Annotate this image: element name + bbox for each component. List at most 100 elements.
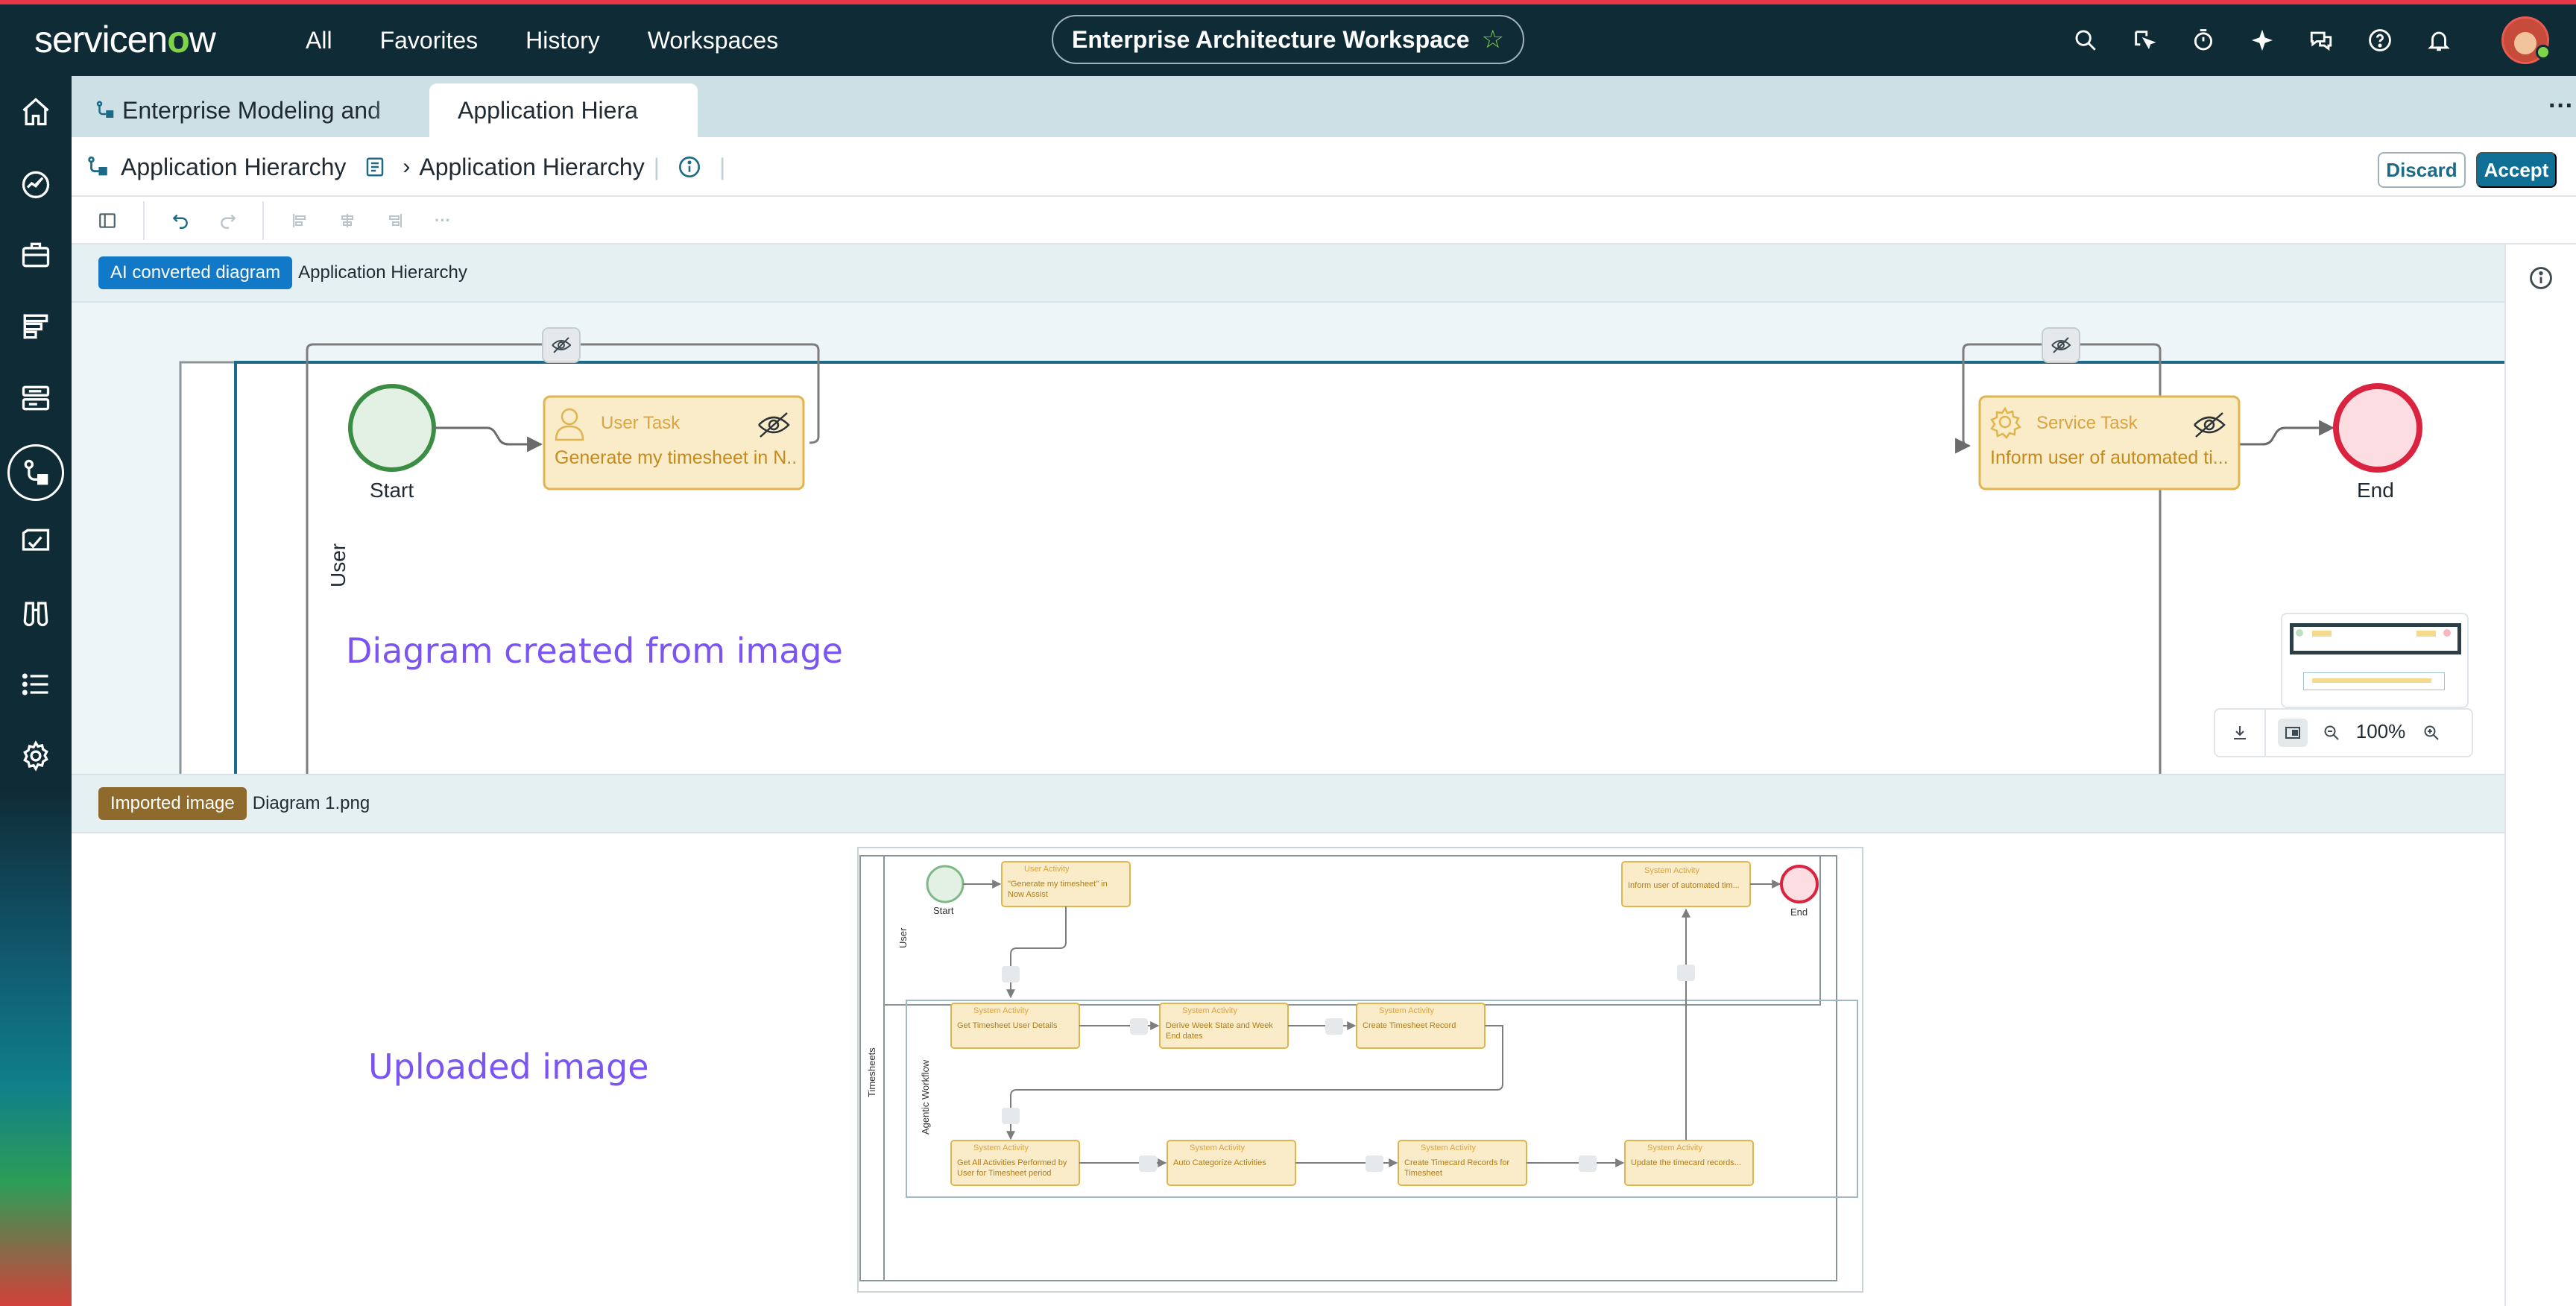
image-file-name: Diagram 1.png	[252, 793, 370, 813]
zoom-in-icon[interactable]	[2416, 719, 2446, 747]
discard-button[interactable]: Discard	[2378, 152, 2466, 188]
img-end-label: End	[1790, 906, 1808, 918]
img-activity-text: Now Assist	[1008, 890, 1048, 899]
img-activity-type: System Activity	[1647, 1143, 1702, 1152]
img-activity-type: System Activity	[1421, 1143, 1476, 1152]
top-icon-group	[2065, 19, 2477, 61]
favorite-star-icon[interactable]: ☆	[1482, 25, 1504, 54]
info-icon[interactable]	[2528, 265, 2554, 294]
dashboard-icon[interactable]	[16, 164, 55, 203]
tab-label: Enterprise Modeling and	[122, 96, 381, 124]
more-options-icon[interactable]: ···	[429, 207, 456, 234]
minimap-activities	[2312, 678, 2431, 683]
main-nav: All Favorites History Workspaces	[306, 4, 826, 76]
diagram-toolbar: ···	[72, 197, 2576, 245]
breadcrumb-parent[interactable]: Application Hierarchy	[121, 154, 346, 181]
diagram-icon[interactable]	[7, 444, 64, 501]
toggle-panel-icon[interactable]	[94, 207, 121, 234]
title-divider: |	[719, 153, 726, 180]
tab-enterprise-modeling[interactable]: Enterprise Modeling and	[83, 83, 426, 137]
list-view-icon[interactable]	[16, 379, 55, 417]
start-label: Start	[370, 479, 414, 502]
settings-icon[interactable]	[16, 736, 55, 775]
imported-image-banner: Imported image Diagram 1.png	[72, 775, 2504, 833]
end-event[interactable]	[2333, 383, 2422, 473]
diagram-icon	[88, 156, 107, 176]
user-task-label: Generate my timesheet in N...	[555, 447, 798, 468]
service-task-node[interactable]	[1978, 395, 2241, 490]
home-icon[interactable]	[16, 92, 55, 131]
uploaded-diagram	[859, 855, 1858, 1281]
toolbar-separator	[262, 201, 264, 240]
img-activity-text: Get All Activities Performed by	[957, 1158, 1067, 1167]
nav-all[interactable]: All	[306, 27, 332, 54]
chat-icon[interactable]	[2300, 19, 2342, 61]
nav-workspaces[interactable]: Workspaces	[648, 27, 778, 54]
more-tabs-icon[interactable]: ···	[2539, 91, 2576, 128]
img-activity-text: Auto Categorize Activities	[1173, 1158, 1266, 1167]
img-activity-type: System Activity	[1182, 1006, 1237, 1015]
tab-strip: Enterprise Modeling and Application Hier…	[72, 76, 2576, 137]
record-header: Application Hierarchy › Application Hier…	[72, 137, 2576, 197]
minimap-task	[2312, 631, 2332, 637]
briefcase-icon[interactable]	[16, 236, 55, 274]
breadcrumb: Application Hierarchy › Application Hier…	[85, 137, 725, 197]
imported-image-tag: Imported image	[98, 787, 247, 820]
top-navigation-bar: servicen o w All Favorites History Workspa…	[0, 4, 2576, 76]
service-task-label: Inform user of automated ti...	[1990, 447, 2229, 468]
minimap-end	[2443, 629, 2451, 637]
img-lane-user: User	[897, 927, 909, 948]
list-icon[interactable]	[16, 665, 55, 704]
redo-icon[interactable]	[215, 207, 242, 234]
chevron-right-icon: ›	[402, 154, 411, 179]
img-activity-text: Inform user of automated tim...	[1628, 881, 1740, 890]
reports-icon[interactable]	[16, 307, 55, 346]
align-center-icon[interactable]	[334, 207, 361, 234]
lane-label: User	[326, 543, 350, 587]
align-right-icon[interactable]	[382, 207, 408, 234]
align-left-icon[interactable]	[286, 207, 313, 234]
toolbar-separator	[143, 201, 145, 240]
img-pool-label: Timesheets	[866, 1047, 877, 1097]
presence-indicator	[2536, 45, 2551, 60]
inspection-icon[interactable]	[16, 522, 55, 561]
accept-button[interactable]: Accept	[2476, 152, 2557, 188]
sparkle-icon[interactable]	[2241, 19, 2283, 61]
binoculars-icon[interactable]	[16, 593, 55, 632]
nav-favorites[interactable]: Favorites	[380, 27, 479, 54]
minimap[interactable]	[2281, 613, 2469, 708]
user-task-type: User Task	[601, 413, 681, 433]
help-icon[interactable]	[2359, 19, 2401, 61]
timer-icon[interactable]	[2182, 19, 2224, 61]
diagram-tab-icon	[96, 101, 114, 118]
imported-image-section: Imported image Diagram 1.png Uploaded im…	[72, 774, 2504, 1306]
start-event[interactable]	[348, 384, 436, 472]
select-icon[interactable]	[2124, 19, 2165, 61]
bell-icon[interactable]	[2418, 19, 2460, 61]
tab-label: Application Hiera	[458, 96, 638, 124]
img-activity-text: User for Timesheet period	[957, 1169, 1052, 1178]
document-icon[interactable]	[364, 156, 386, 178]
undo-icon[interactable]	[167, 207, 194, 234]
tab-application-hierarchy[interactable]: Application Hiera	[429, 83, 698, 137]
info-icon[interactable]	[678, 155, 701, 179]
servicenow-logo[interactable]: servicen o w	[34, 13, 216, 66]
zoom-controls: 100%	[2214, 708, 2473, 757]
minimap-toggle-icon[interactable]	[2278, 719, 2308, 747]
img-activity-text: "Generate my timesheet" in	[1008, 880, 1108, 889]
img-activity-text: End dates	[1166, 1032, 1203, 1041]
minimap-viewport[interactable]	[2290, 623, 2461, 654]
minimap-start	[2296, 629, 2303, 637]
zoom-level: 100%	[2355, 720, 2406, 742]
nav-history[interactable]: History	[525, 27, 600, 54]
minimap-task	[2416, 631, 2436, 637]
diagram-canvas[interactable]: AI converted diagram Application Hierarc…	[72, 245, 2504, 774]
download-icon[interactable]	[2215, 710, 2266, 756]
zoom-out-icon[interactable]	[2317, 719, 2346, 747]
img-activity-type: System Activity	[1379, 1006, 1434, 1015]
workspace-title: Enterprise Architecture Workspace	[1071, 25, 1470, 53]
search-icon[interactable]	[2065, 19, 2106, 61]
workspace-title-pill[interactable]: Enterprise Architecture Workspace ☆	[1052, 15, 1524, 64]
img-activity-type: User Activity	[1024, 865, 1070, 874]
user-task-node[interactable]	[543, 395, 805, 490]
